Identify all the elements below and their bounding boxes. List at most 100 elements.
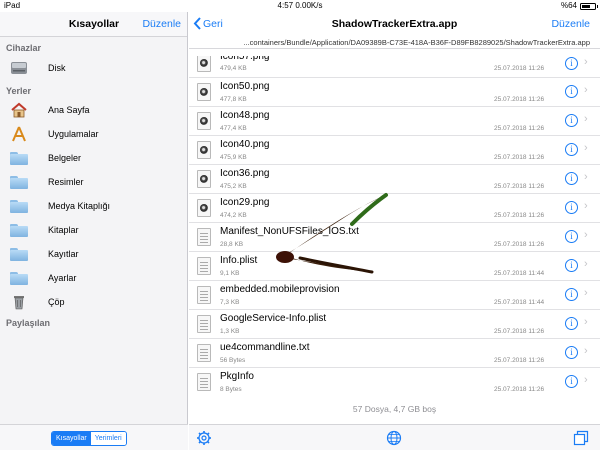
windows-icon[interactable] bbox=[573, 430, 589, 446]
document-file-icon bbox=[197, 286, 211, 304]
sidebar-item-1[interactable]: Uygulamalar bbox=[0, 122, 187, 146]
file-row[interactable]: ue4commandline.txt 56 Bytes 25.07.2018 11:… bbox=[189, 339, 600, 368]
chevron-right-icon: › bbox=[584, 113, 588, 125]
file-size: 475,2 KB bbox=[220, 183, 247, 190]
sidebar-item-2[interactable]: Belgeler bbox=[0, 146, 187, 170]
sidebar-header: Kısayollar Düzenle bbox=[0, 12, 187, 37]
file-name: Icon57.png bbox=[220, 56, 270, 62]
info-icon[interactable]: i bbox=[565, 259, 578, 272]
file-name: Manifest_NonUFSFiles_IOS.txt bbox=[220, 226, 359, 237]
segment-bookmarks[interactable]: Yerimleri bbox=[90, 432, 126, 445]
file-row[interactable]: GoogleService-Info.plist 1,3 KB 25.07.2018… bbox=[189, 310, 600, 339]
image-file-icon bbox=[197, 199, 211, 217]
sidebar-item-8[interactable]: Çöp bbox=[0, 290, 187, 314]
globe-icon[interactable] bbox=[386, 430, 402, 446]
file-row[interactable]: Icon57.png 479,4 KB 25.07.2018 11:26 i › bbox=[189, 56, 600, 78]
info-icon[interactable]: i bbox=[565, 346, 578, 359]
file-date: 25.07.2018 11:26 bbox=[494, 328, 545, 335]
file-date: 25.07.2018 11:26 bbox=[494, 125, 545, 132]
sidebar-item-label: Kitaplar bbox=[48, 225, 79, 235]
folder-icon bbox=[8, 269, 30, 287]
document-file-icon bbox=[197, 315, 211, 333]
file-name: Icon40.png bbox=[220, 139, 270, 150]
sidebar-item-label: Kayıtlar bbox=[48, 249, 79, 259]
chevron-right-icon: › bbox=[584, 258, 588, 270]
sidebar-footer: Kısayollar Yerimleri bbox=[0, 424, 188, 450]
sidebar-item-label: Çöp bbox=[48, 297, 65, 307]
battery-percent: %64 bbox=[560, 1, 577, 10]
segment-shortcuts[interactable]: Kısayollar bbox=[52, 432, 91, 445]
settings-gear-icon[interactable] bbox=[196, 430, 212, 446]
sidebar-item-4[interactable]: Medya Kitaplığı bbox=[0, 194, 187, 218]
file-name: embedded.mobileprovision bbox=[220, 284, 340, 295]
sidebar-item-label: Disk bbox=[48, 63, 66, 73]
file-row[interactable]: Icon40.png 475,9 KB 25.07.2018 11:26 i › bbox=[189, 136, 600, 165]
chevron-right-icon: › bbox=[584, 316, 588, 328]
file-date: 25.07.2018 11:26 bbox=[494, 96, 545, 103]
sidebar-edit-button[interactable]: Düzenle bbox=[142, 18, 181, 30]
sidebar-item-3[interactable]: Resimler bbox=[0, 170, 187, 194]
file-size: 474,2 KB bbox=[220, 212, 247, 219]
navigation-bar: Geri ShadowTrackerExtra.app Düzenle bbox=[189, 12, 600, 37]
file-size: 28,8 KB bbox=[220, 241, 244, 248]
file-name: PkgInfo bbox=[220, 371, 254, 382]
sidebar-item-label: Uygulamalar bbox=[48, 129, 99, 139]
file-name: Icon36.png bbox=[220, 168, 270, 179]
info-icon[interactable]: i bbox=[565, 375, 578, 388]
sidebar-item-label: Ayarlar bbox=[48, 273, 77, 283]
status-time: 4:57 0.00K/s bbox=[277, 1, 323, 10]
info-icon[interactable]: i bbox=[565, 288, 578, 301]
file-name: GoogleService-Info.plist bbox=[220, 313, 327, 324]
file-date: 25.07.2018 11:26 bbox=[494, 386, 545, 393]
chevron-right-icon: › bbox=[584, 345, 588, 357]
file-date: 25.07.2018 11:26 bbox=[494, 212, 545, 219]
sidebar-item-disk[interactable]: Disk bbox=[0, 56, 187, 80]
file-row[interactable]: Manifest_NonUFSFiles_IOS.txt 28,8 KB 25.07… bbox=[189, 223, 600, 252]
info-icon[interactable]: i bbox=[565, 201, 578, 214]
info-icon[interactable]: i bbox=[565, 172, 578, 185]
sidebar-item-6[interactable]: Kayıtlar bbox=[0, 242, 187, 266]
chevron-right-icon: › bbox=[584, 142, 588, 154]
section-shared: Paylaşılan bbox=[6, 318, 51, 328]
file-list: Icon57.png 479,4 KB 25.07.2018 11:26 i › Icon… bbox=[189, 56, 600, 396]
sidebar-item-0[interactable]: Ana Sayfa bbox=[0, 98, 187, 122]
file-row[interactable]: PkgInfo 8 Bytes 25.07.2018 11:26 i › bbox=[189, 368, 600, 396]
file-date: 25.07.2018 11:44 bbox=[494, 299, 545, 306]
info-icon[interactable]: i bbox=[565, 85, 578, 98]
image-file-icon bbox=[197, 56, 211, 72]
image-file-icon bbox=[197, 112, 211, 130]
disk-icon bbox=[8, 59, 30, 77]
file-name: Icon29.png bbox=[220, 197, 270, 208]
folder-title: ShadowTrackerExtra.app bbox=[331, 18, 458, 30]
document-file-icon bbox=[197, 344, 211, 362]
sidebar-item-7[interactable]: Ayarlar bbox=[0, 266, 187, 290]
home-icon bbox=[8, 101, 30, 119]
file-row[interactable]: Info.plist 9,1 KB 25.07.2018 11:44 i › bbox=[189, 252, 600, 281]
chevron-right-icon: › bbox=[584, 287, 588, 299]
sidebar-item-label: Medya Kitaplığı bbox=[48, 201, 111, 211]
edit-button[interactable]: Düzenle bbox=[551, 18, 590, 30]
file-date: 25.07.2018 11:26 bbox=[494, 154, 545, 161]
document-file-icon bbox=[197, 373, 211, 391]
folder-icon bbox=[8, 173, 30, 191]
info-icon[interactable]: i bbox=[565, 114, 578, 127]
sidebar-item-5[interactable]: Kitaplar bbox=[0, 218, 187, 242]
battery-indicator: %64 bbox=[560, 0, 598, 12]
info-icon[interactable]: i bbox=[565, 143, 578, 156]
image-file-icon bbox=[197, 141, 211, 159]
section-places: Yerler bbox=[6, 86, 32, 96]
status-bar: iPad 4:57 0.00K/s %64 bbox=[0, 0, 600, 12]
file-row[interactable]: Icon36.png 475,2 KB 25.07.2018 11:26 i › bbox=[189, 165, 600, 194]
applications-icon bbox=[8, 125, 30, 143]
info-icon[interactable]: i bbox=[565, 57, 578, 70]
file-size: 7,3 KB bbox=[220, 299, 240, 306]
file-row[interactable]: Icon50.png 477,8 KB 25.07.2018 11:26 i › bbox=[189, 78, 600, 107]
shortcuts-bookmarks-segment: Kısayollar Yerimleri bbox=[51, 431, 127, 446]
file-row[interactable]: Icon29.png 474,2 KB 25.07.2018 11:26 i › bbox=[189, 194, 600, 223]
file-date: 25.07.2018 11:26 bbox=[494, 241, 545, 248]
file-row[interactable]: embedded.mobileprovision 7,3 KB 25.07.2018… bbox=[189, 281, 600, 310]
chevron-right-icon: › bbox=[584, 84, 588, 96]
info-icon[interactable]: i bbox=[565, 230, 578, 243]
info-icon[interactable]: i bbox=[565, 317, 578, 330]
file-row[interactable]: Icon48.png 477,4 KB 25.07.2018 11:26 i › bbox=[189, 107, 600, 136]
